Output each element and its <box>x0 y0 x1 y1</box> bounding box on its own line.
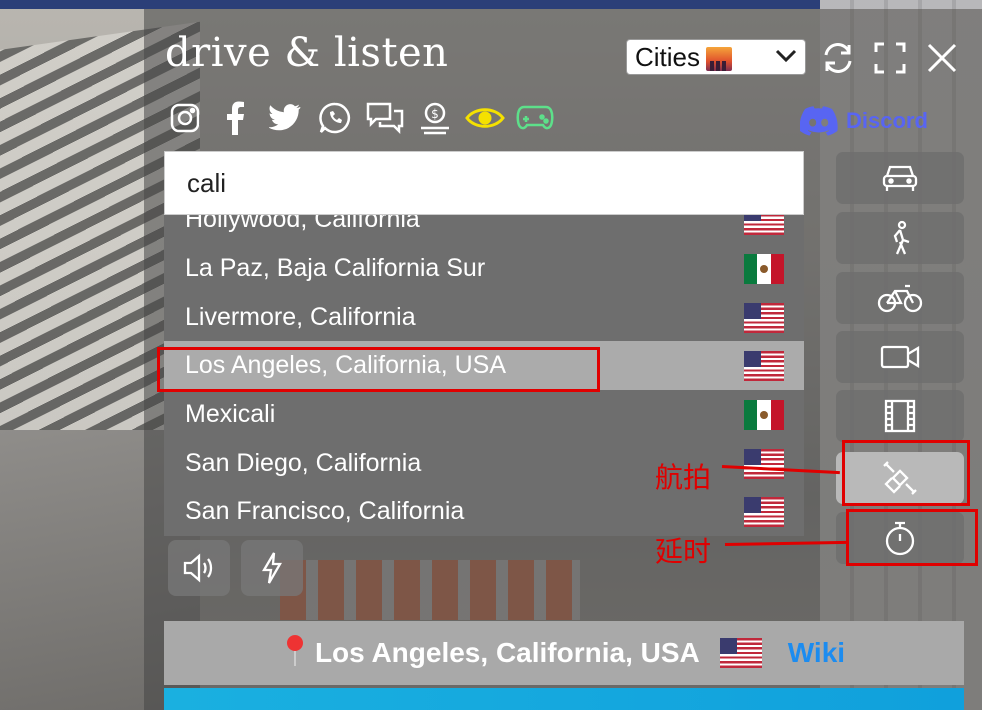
volume-button[interactable] <box>168 540 230 596</box>
refresh-icon[interactable] <box>818 38 858 78</box>
discord-link[interactable]: Discord <box>800 104 950 138</box>
volume-icon <box>183 553 213 583</box>
discord-icon <box>800 106 838 136</box>
result-label: San Diego, California <box>185 449 422 477</box>
eye-icon[interactable] <box>465 98 505 138</box>
annotation-timelapse: 延时 <box>655 535 712 568</box>
search-input-value: cali <box>187 167 227 198</box>
result-item[interactable]: La Paz, Baja California Sur <box>164 244 804 293</box>
mode-aerial-button[interactable] <box>836 452 964 504</box>
result-label: Livermore, California <box>185 303 416 331</box>
walk-icon <box>893 220 910 255</box>
bike-icon <box>877 284 923 313</box>
svg-text:$: $ <box>431 107 439 121</box>
result-label: Los Angeles, California, USA <box>185 351 507 379</box>
satellite-icon <box>883 461 917 495</box>
donate-icon[interactable]: $ <box>415 98 455 138</box>
us-flag-icon <box>744 215 784 235</box>
mexico-flag-icon <box>744 400 784 430</box>
annotation-aerial: 航拍 <box>655 461 712 494</box>
mode-walk-button[interactable] <box>836 212 964 264</box>
instagram-icon[interactable] <box>165 98 205 138</box>
chat-icon[interactable] <box>365 98 405 138</box>
result-item-selected[interactable]: Los Angeles, California, USA <box>164 341 804 390</box>
category-select[interactable]: Cities <box>626 39 806 75</box>
map-pin-icon <box>283 633 307 674</box>
us-flag-icon <box>744 351 784 381</box>
mexico-flag-icon <box>744 254 784 284</box>
result-item[interactable]: Livermore, California <box>164 293 804 342</box>
us-flag-icon <box>744 303 784 333</box>
close-icon[interactable] <box>922 38 962 78</box>
facebook-icon[interactable] <box>215 98 255 138</box>
app-logo: drive & listen <box>165 30 449 76</box>
film-icon <box>884 399 916 433</box>
mode-video-button[interactable] <box>836 331 964 383</box>
result-label: La Paz, Baja California Sur <box>185 254 486 282</box>
mode-drive-button[interactable] <box>836 152 964 204</box>
speed-button[interactable] <box>241 540 303 596</box>
current-location-bar: Los Angeles, California, USA Wiki <box>164 621 964 685</box>
city-sunset-icon <box>706 46 733 71</box>
result-label: Hollywood, California <box>185 215 420 233</box>
gamepad-icon[interactable] <box>515 98 555 138</box>
lightning-icon <box>261 552 282 584</box>
current-location-label: Los Angeles, California, USA <box>314 637 700 668</box>
progress-bar <box>164 688 964 710</box>
wiki-link[interactable]: Wiki <box>788 637 845 669</box>
timer-icon <box>885 521 915 556</box>
result-label: San Francisco, California <box>185 497 465 525</box>
search-input[interactable]: cali <box>164 151 804 215</box>
twitter-icon[interactable] <box>265 98 305 138</box>
result-label: Mexicali <box>185 400 276 428</box>
mode-film-button[interactable] <box>836 390 964 442</box>
mode-bike-button[interactable] <box>836 272 964 324</box>
whatsapp-icon[interactable] <box>315 98 355 138</box>
video-camera-icon <box>880 345 920 369</box>
mode-timelapse-button[interactable] <box>836 512 964 564</box>
us-flag-icon <box>719 638 762 668</box>
us-flag-icon <box>744 449 784 479</box>
fullscreen-icon[interactable] <box>870 38 910 78</box>
car-icon <box>882 165 918 191</box>
category-select-value: Cities <box>635 41 701 72</box>
chevron-down-icon <box>775 47 797 68</box>
result-item[interactable]: Mexicali <box>164 390 804 439</box>
us-flag-icon <box>744 497 784 527</box>
discord-label: Discord <box>846 108 928 133</box>
result-item[interactable]: Hollywood, California <box>164 215 804 244</box>
